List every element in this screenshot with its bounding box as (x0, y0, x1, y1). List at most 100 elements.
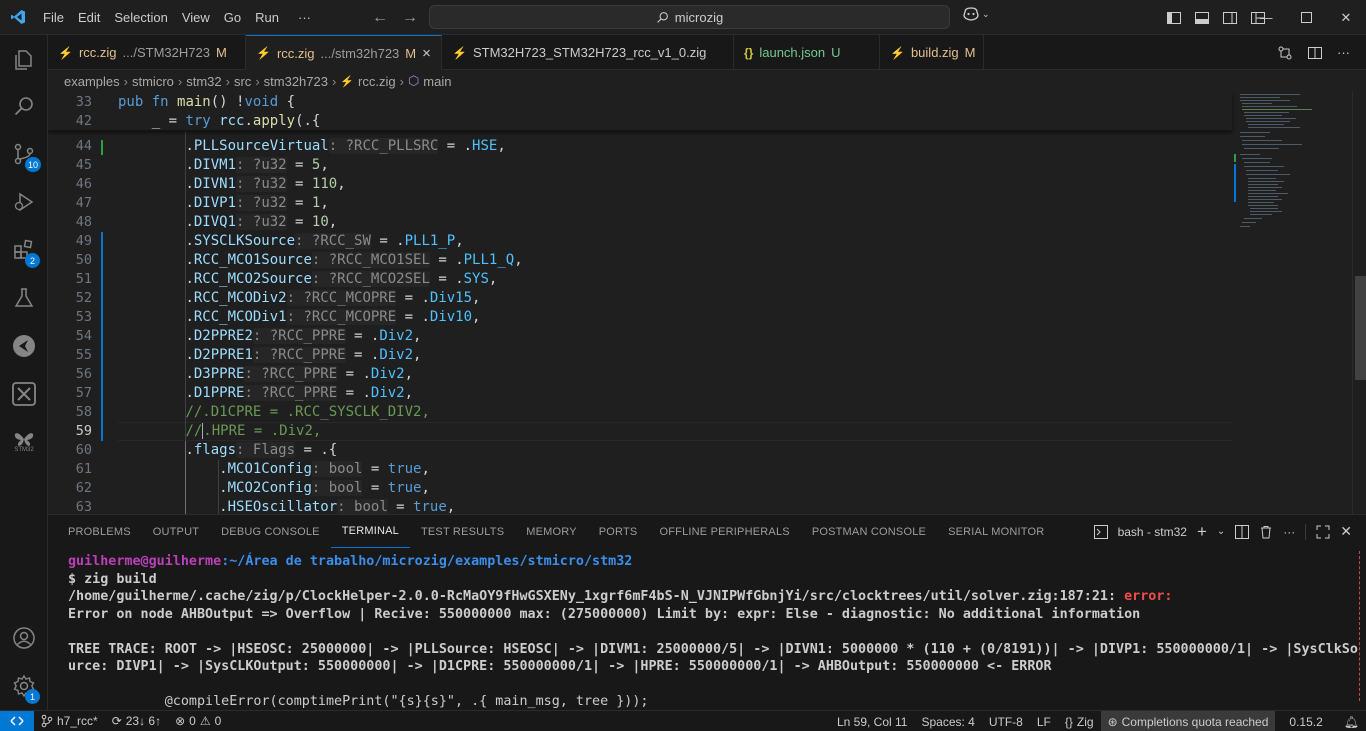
tab-close-icon[interactable]: × (422, 45, 431, 62)
menu-selection[interactable]: Selection (107, 0, 174, 35)
close-window-icon[interactable]: ✕ (1326, 10, 1366, 26)
source-control-icon[interactable]: 10 (0, 131, 48, 177)
tab-label: launch.json (759, 45, 826, 60)
tab-memory[interactable]: MEMORY (515, 515, 588, 548)
copilot-button[interactable]: ⌄ (962, 6, 990, 22)
manage-gear-icon[interactable]: 1 (0, 663, 48, 709)
tab-stm32h723-rcc-v1-zig[interactable]: ⚡ STM32H723_STM32H723_rcc_v1_0.zig (442, 35, 734, 70)
forward-arrow-icon[interactable]: → (402, 9, 418, 27)
more-actions-icon[interactable]: ··· (1283, 525, 1295, 539)
remote-indicator-icon[interactable] (0, 710, 34, 731)
menu-run[interactable]: Run (248, 0, 286, 35)
toggle-primary-sidebar-icon[interactable] (1166, 10, 1182, 26)
close-panel-icon[interactable]: ✕ (1340, 523, 1352, 540)
tab-output[interactable]: OUTPUT (142, 515, 210, 548)
title-bar: File Edit Selection View Go Run ··· ← → … (0, 0, 1366, 35)
toggle-panel-icon[interactable] (1194, 10, 1210, 26)
problems-summary[interactable]: ⊗ 0 ⚠ 0 (168, 714, 228, 728)
tab-postman-console[interactable]: POSTMAN CONSOLE (801, 515, 937, 548)
remote-explorer-icon[interactable] (0, 323, 48, 369)
more-actions-icon[interactable]: ··· (1337, 45, 1350, 60)
language-mode[interactable]: {} Zig (1058, 715, 1101, 729)
breadcrumb-src[interactable]: src (234, 74, 251, 89)
code-line: 61 .MCO1Config: bool = true, (75, 460, 430, 477)
tab-description: .../stm32h723 (320, 45, 400, 61)
maximize-panel-icon[interactable] (1316, 525, 1330, 539)
breadcrumb-stm32[interactable]: stm32 (186, 74, 221, 89)
minimap[interactable] (1234, 92, 1352, 514)
menu-edit[interactable]: Edit (71, 0, 107, 35)
breadcrumb-main[interactable]: main (423, 74, 451, 89)
terminal-instance-name[interactable]: bash - stm32 (1118, 525, 1187, 539)
zig-version[interactable]: 0.15.2 (1275, 715, 1329, 729)
tab-debug-console[interactable]: DEBUG CONSOLE (210, 515, 331, 548)
maximize-icon[interactable] (1286, 12, 1326, 23)
terminal-scrollbar[interactable] (1359, 551, 1364, 701)
menu-more[interactable]: ··· (286, 0, 318, 35)
sticky-line: 42 _ = try rcc.apply(.{ (75, 112, 321, 129)
terminal-compile-error-line: @compileError(comptimePrint("{s}{s}", .{… (68, 694, 649, 709)
breadcrumb-examples[interactable]: examples (64, 74, 120, 89)
menu-go[interactable]: Go (217, 0, 248, 35)
search-icon[interactable] (0, 83, 48, 129)
terminal-output[interactable]: guilherme@guilherme:~/Área de trabalho/m… (68, 553, 1358, 711)
status-bar: h7_rcc* ⟳ 23↓ 6↑ ⊗ 0 ⚠ 0 Ln 59, Col 11 S… (0, 710, 1366, 731)
sticky-scroll[interactable]: 33 pub fn main() !void { 42 _ = try rcc.a… (48, 92, 1232, 131)
terminal-prompt-line: guilherme@guilherme:~/Área de trabalho/m… (68, 554, 633, 569)
new-terminal-plus-icon[interactable]: + (1197, 522, 1207, 542)
copilot-icon (963, 7, 979, 21)
tab-rcc-zig-STM32H723[interactable]: ⚡ rcc.zig .../STM32H723 M (48, 35, 246, 70)
tab-serial-monitor[interactable]: SERIAL MONITOR (937, 515, 1055, 548)
stm32-butterfly-icon[interactable]: STM32 (0, 419, 48, 465)
tab-launch-json[interactable]: {} launch.json U (734, 35, 880, 70)
breadcrumb-rcc-zig[interactable]: rcc.zig (358, 74, 396, 89)
tab-ports[interactable]: PORTS (588, 515, 649, 548)
tab-problems[interactable]: PROBLEMS (57, 515, 142, 548)
breadcrumb-stm32h723[interactable]: stm32h723 (264, 74, 328, 89)
trash-icon[interactable] (1259, 525, 1273, 539)
terminal-trace-line: TREE TRACE: ROOT -> |HSEOSC: 25000000| -… (68, 641, 1358, 657)
tab-rcc-zig-stm32h723-active[interactable]: ⚡ rcc.zig .../stm32h723 M × (246, 35, 442, 70)
notifications-bell-icon[interactable]: 🔔︎ (1330, 715, 1366, 729)
git-branch[interactable]: h7_rcc* (34, 714, 105, 728)
tab-build-zig[interactable]: ⚡ build.zig M (880, 35, 984, 70)
code-line: 46 .DIVN1: ?u32 = 110, (75, 175, 346, 192)
back-arrow-icon[interactable]: ← (372, 9, 388, 27)
minimize-icon[interactable]: — (1246, 10, 1286, 25)
manage-badge: 1 (25, 689, 40, 704)
editor-actions: ··· (1277, 35, 1350, 70)
chevron-down-icon[interactable]: ⌄ (1217, 526, 1225, 537)
cursor-position[interactable]: Ln 59, Col 11 (830, 715, 915, 729)
command-center-search[interactable]: microzig (429, 5, 950, 29)
testing-flask-icon[interactable] (0, 275, 48, 321)
split-terminal-icon[interactable] (1235, 524, 1250, 539)
terminal-error-message: Error on node AHBOutput => Overflow | Re… (68, 606, 1141, 622)
menu-view[interactable]: View (175, 0, 217, 35)
extensions-icon[interactable]: 2 (0, 227, 48, 273)
tab-label: rcc.zig (78, 45, 117, 60)
explorer-icon[interactable] (0, 37, 48, 83)
tab-terminal[interactable]: TERMINAL (330, 515, 410, 548)
run-debug-icon[interactable] (0, 179, 48, 225)
search-text: microzig (674, 9, 724, 25)
git-sync[interactable]: ⟳ 23↓ 6↑ (105, 714, 168, 728)
tab-offline-peripherals[interactable]: OFFLINE PERIPHERALS (648, 515, 800, 548)
accounts-icon[interactable] (0, 615, 48, 661)
code-line: 63 .HSEOscillator: bool = true, (75, 498, 456, 514)
bottom-panel: PROBLEMS OUTPUT DEBUG CONSOLE TERMINAL T… (48, 514, 1366, 710)
encoding[interactable]: UTF-8 (982, 715, 1030, 729)
source-control-badge: 10 (25, 157, 42, 172)
split-editor-icon[interactable] (1307, 45, 1323, 61)
copilot-status[interactable]: ⊛ Completions quota reached (1100, 711, 1276, 731)
tab-test-results[interactable]: TEST RESULTS (410, 515, 515, 548)
menu-file[interactable]: File (36, 0, 71, 35)
open-changes-icon[interactable] (1277, 45, 1293, 61)
indentation[interactable]: Spaces: 4 (914, 715, 981, 729)
navigation-arrows: ← → (372, 0, 418, 35)
toggle-secondary-sidebar-icon[interactable] (1222, 10, 1238, 26)
end-of-line[interactable]: LF (1030, 715, 1058, 729)
editor-vertical-scrollbar[interactable] (1352, 92, 1366, 514)
breadcrumb-stmicro[interactable]: stmicro (132, 74, 174, 89)
x-platform-icon[interactable] (0, 371, 48, 417)
code-editor[interactable]: 33 pub fn main() !void { 42 _ = try rcc.a… (48, 92, 1366, 514)
